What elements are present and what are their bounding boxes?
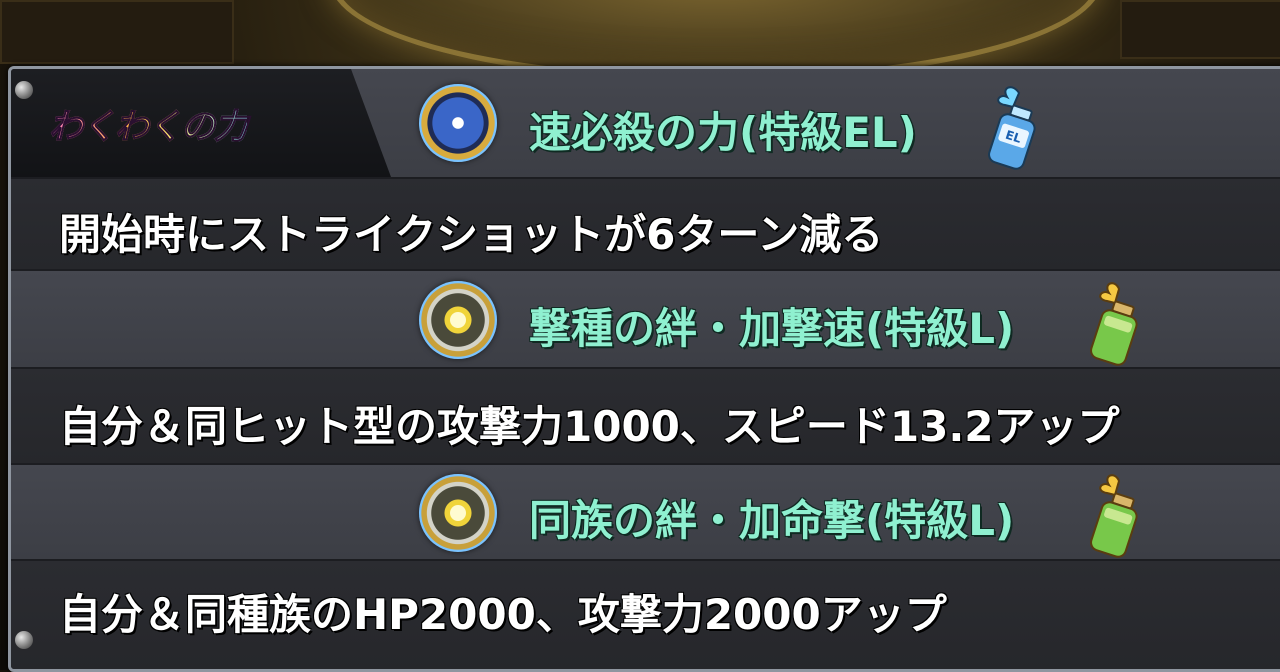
wakuwaku-panel: わくわくの力 速必殺の力(特級EL) EL 開始時にストライクショットが6ターン… [8,66,1280,672]
tribe-bond-icon [419,474,497,552]
rivet-icon [15,81,33,99]
skill-desc-row-1: 開始時にストライクショットが6ターン減る [11,179,1280,271]
header-label-box: わくわくの力 [11,69,391,177]
skill-row-1[interactable]: わくわくの力 速必殺の力(特級EL) EL [11,69,1280,179]
speed-special-icon [419,84,497,162]
l-bottle-icon [1090,474,1138,558]
skill-row-2[interactable]: 撃種の絆・加撃速(特級L) [11,271,1280,369]
skill-desc-row-2: 自分＆同ヒット型の攻撃力1000、スピード13.2アップ [11,369,1280,465]
background-block [1120,0,1280,59]
strike-bond-icon [419,281,497,359]
skill-desc-row-3: 自分＆同種族のHP2000、攻撃力2000アップ [11,561,1280,669]
header-label: わくわくの力 [49,99,249,148]
l-bottle-icon [1090,282,1138,366]
skill-description: 自分＆同種族のHP2000、攻撃力2000アップ [59,590,947,639]
skill-name: 同族の絆・加命撃(特級L) [529,496,1015,545]
rivet-icon [15,631,33,649]
el-bottle-icon: EL [988,86,1036,170]
skill-description: 開始時にストライクショットが6ターン減る [59,210,884,259]
skill-description: 自分＆同ヒット型の攻撃力1000、スピード13.2アップ [59,402,1120,451]
skill-name: 撃種の絆・加撃速(特級L) [529,304,1015,353]
skill-row-3[interactable]: 同族の絆・加命撃(特級L) [11,465,1280,561]
skill-name: 速必殺の力(特級EL) [529,108,917,157]
background-block [0,0,234,64]
